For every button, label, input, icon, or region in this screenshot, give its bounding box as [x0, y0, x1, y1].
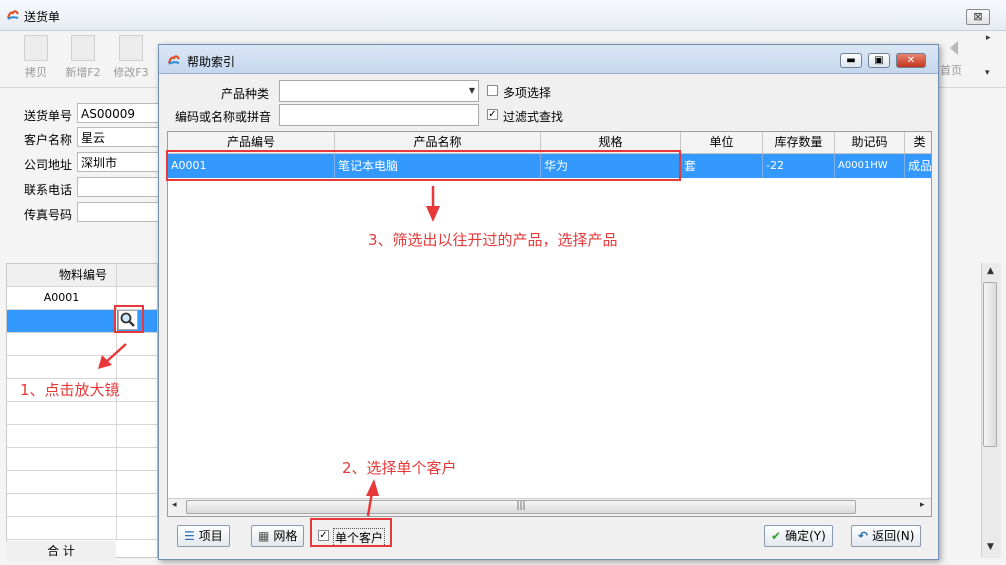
- annotation-arrow-2: [366, 479, 379, 517]
- table-row[interactable]: [7, 517, 157, 540]
- table-row[interactable]: [7, 425, 157, 448]
- copy-label: 拷贝: [25, 66, 47, 79]
- order-number-label: 送货单号: [24, 109, 73, 123]
- checkmark-icon: ✓: [488, 109, 497, 120]
- column-stock-qty[interactable]: 库存数量: [763, 132, 835, 154]
- dialog-close-button[interactable]: ✕: [896, 53, 926, 68]
- multi-select-label: 多项选择: [503, 86, 552, 100]
- table-row[interactable]: [7, 356, 157, 379]
- chevron-down-icon: ▼: [468, 86, 475, 95]
- new-document-icon: [71, 35, 95, 61]
- company-address-label: 公司地址: [24, 158, 73, 172]
- list-icon: ☰: [184, 529, 195, 543]
- step3-highlight: [166, 150, 681, 181]
- annotation-step2: 2、选择单个客户: [342, 459, 457, 477]
- help-index-dialog: 帮助索引 ▬ ▣ ✕ 产品种类 ▼ 多项选择 编码或名称或拼音 ✓ 过滤式查找 …: [158, 44, 939, 560]
- product-grid: 产品编号 产品名称 规格 单位 库存数量 助记码 类 A0001 笔记本电脑 华…: [167, 131, 932, 517]
- item-code-header[interactable]: 物料编号: [29, 264, 138, 286]
- filter-search-label: 过滤式查找: [503, 110, 564, 124]
- items-button-label: 项目: [198, 529, 223, 543]
- maximize-button[interactable]: ▣: [868, 53, 890, 68]
- phone-label: 联系电话: [24, 183, 73, 197]
- ok-button[interactable]: ✔ 确定(Y): [764, 525, 833, 547]
- total-label: 合 计: [6, 541, 116, 561]
- cell-unit[interactable]: 套: [681, 154, 763, 178]
- chevron-right-icon[interactable]: ▸: [986, 33, 991, 43]
- grid-button-label: 网格: [273, 529, 298, 543]
- product-type-label: 产品种类: [221, 87, 270, 101]
- app-logo-icon: [7, 10, 19, 20]
- step2-highlight: [310, 518, 392, 547]
- items-button[interactable]: ☰ 项目: [177, 525, 230, 547]
- new-label: 新增F2: [65, 66, 101, 79]
- column-mnemonic[interactable]: 助记码: [835, 132, 905, 154]
- column-category[interactable]: 类: [905, 132, 931, 154]
- first-page-icon[interactable]: [944, 38, 964, 58]
- customer-name-label: 客户名称: [24, 133, 73, 147]
- back-button-label: 返回(N): [872, 529, 915, 543]
- phone-field[interactable]: [77, 177, 161, 197]
- close-icon: ✕: [906, 55, 916, 66]
- first-page-label[interactable]: 首页: [940, 62, 962, 78]
- scroll-left-icon[interactable]: ◂: [172, 500, 177, 510]
- ok-button-label: 确定(Y): [785, 529, 826, 543]
- product-type-select[interactable]: ▼: [279, 80, 479, 102]
- dialog-title: 帮助索引: [187, 55, 236, 69]
- copy-button[interactable]: 拷贝: [16, 35, 56, 80]
- search-label: 编码或名称或拼音: [175, 110, 272, 124]
- fax-label: 传真号码: [24, 208, 73, 222]
- annotation-arrow-1: [98, 343, 127, 369]
- table-row[interactable]: [7, 471, 157, 494]
- main-title-bar: [0, 0, 1006, 31]
- annotation-step1: 1、点击放大镜: [20, 381, 120, 399]
- chevron-down-icon[interactable]: ▾: [985, 68, 990, 78]
- table-row[interactable]: [7, 402, 157, 425]
- table-row[interactable]: [7, 333, 157, 356]
- scroll-up-icon[interactable]: ▲: [981, 266, 1000, 276]
- fax-field[interactable]: [77, 202, 161, 222]
- window-title: 送货单: [24, 10, 61, 24]
- table-row[interactable]: [7, 494, 157, 517]
- edit-icon: [119, 35, 143, 61]
- step1-highlight: [114, 305, 144, 333]
- order-number-field[interactable]: AS00009: [77, 103, 161, 123]
- copy-icon: [24, 35, 48, 61]
- check-icon: ✔: [771, 529, 782, 543]
- minimize-icon: ▬: [846, 55, 856, 66]
- table-row[interactable]: [7, 448, 157, 471]
- item-grid-header: 物料编号: [7, 264, 157, 287]
- edit-label: 修改F3: [113, 66, 149, 79]
- scroll-thumb[interactable]: [983, 282, 997, 447]
- new-button[interactable]: 新增F2: [60, 35, 106, 80]
- item-code-cell[interactable]: A0001: [7, 287, 116, 309]
- filter-search-checkbox[interactable]: ✓: [487, 109, 498, 120]
- grid-button[interactable]: ▦ 网格: [251, 525, 305, 547]
- edit-button[interactable]: 修改F3: [108, 35, 154, 80]
- customer-name-field[interactable]: 星云: [77, 127, 161, 147]
- cell-mnemonic[interactable]: A0001HW: [835, 154, 905, 178]
- undo-arrow-icon: ↶: [858, 529, 869, 543]
- column-unit[interactable]: 单位: [681, 132, 763, 154]
- app-logo-icon: [168, 55, 180, 65]
- scroll-right-icon[interactable]: ▸: [920, 500, 925, 510]
- maximize-icon: ▣: [874, 55, 884, 66]
- dialog-title-bar: [159, 45, 938, 74]
- annotation-arrow-3: [426, 186, 440, 222]
- annotation-step3: 3、筛选出以往开过的产品，选择产品: [368, 231, 618, 249]
- search-input[interactable]: [279, 104, 479, 126]
- cell-stock-qty[interactable]: -22: [763, 154, 835, 178]
- horizontal-scroll-thumb[interactable]: |||: [186, 500, 856, 514]
- minimize-button[interactable]: ▬: [840, 53, 862, 68]
- window-close-button[interactable]: ⊠: [966, 9, 990, 25]
- cell-category[interactable]: 成品: [905, 154, 931, 178]
- company-address-field[interactable]: 深圳市: [77, 152, 161, 172]
- scroll-down-icon[interactable]: ▼: [981, 542, 1000, 552]
- grid-icon: ▦: [258, 529, 270, 543]
- multi-select-checkbox[interactable]: [487, 85, 498, 96]
- back-button[interactable]: ↶ 返回(N): [851, 525, 922, 547]
